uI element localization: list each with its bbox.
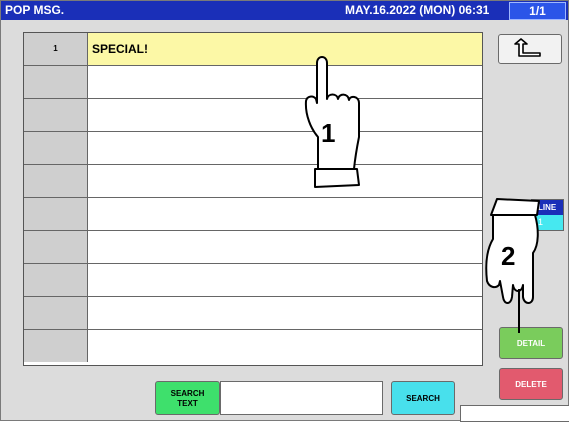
callout-number-2: 2 [501, 241, 515, 271]
datetime: MAY.16.2022 (MON) 06:31 [345, 3, 490, 17]
row-number [24, 330, 88, 362]
search-text-input[interactable] [220, 381, 383, 415]
screen-title: POP MSG. [5, 3, 65, 17]
row-text: SPECIAL! [88, 33, 482, 65]
row-text [88, 297, 482, 329]
search-text-label-line2: TEXT [177, 399, 198, 408]
blank-panel [460, 405, 569, 422]
search-text-label: SEARCH TEXT [155, 381, 220, 415]
row-text [88, 99, 482, 131]
row-number [24, 99, 88, 131]
delete-button[interactable]: DELETE [499, 368, 563, 400]
row-number [24, 165, 88, 197]
list-row-2[interactable] [24, 66, 482, 99]
back-button[interactable] [498, 34, 562, 64]
list-row-5[interactable] [24, 165, 482, 198]
list-row-10[interactable] [24, 330, 482, 363]
row-number [24, 66, 88, 98]
list-row-7[interactable] [24, 231, 482, 264]
page-indicator: 1/1 [509, 2, 566, 20]
row-text [88, 264, 482, 296]
list-row-6[interactable] [24, 198, 482, 231]
pointing-hand-icon: 2 [481, 193, 551, 333]
row-text [88, 231, 482, 263]
list-row-4[interactable] [24, 132, 482, 165]
row-number: 1 [24, 33, 88, 65]
row-text [88, 66, 482, 98]
title-bar: POP MSG. MAY.16.2022 (MON) 06:31 1/1 [1, 1, 568, 20]
message-list: 1 SPECIAL! [23, 32, 483, 366]
search-text-label-line1: SEARCH [170, 389, 205, 398]
row-text [88, 330, 482, 362]
row-number [24, 198, 88, 230]
return-arrow-icon [514, 38, 541, 57]
list-row-9[interactable] [24, 297, 482, 330]
list-row-8[interactable] [24, 264, 482, 297]
row-number [24, 297, 88, 329]
callout-number-1: 1 [321, 118, 335, 148]
row-number [24, 132, 88, 164]
list-row-3[interactable] [24, 99, 482, 132]
pop-msg-screen: POP MSG. MAY.16.2022 (MON) 06:31 1/1 1 S… [0, 0, 569, 422]
pointing-hand-icon: 1 [297, 51, 377, 193]
search-button[interactable]: SEARCH [391, 381, 455, 415]
row-text [88, 198, 482, 230]
row-number [24, 231, 88, 263]
list-row-1[interactable]: 1 SPECIAL! [24, 33, 482, 66]
row-text [88, 132, 482, 164]
row-number [24, 264, 88, 296]
row-text [88, 165, 482, 197]
